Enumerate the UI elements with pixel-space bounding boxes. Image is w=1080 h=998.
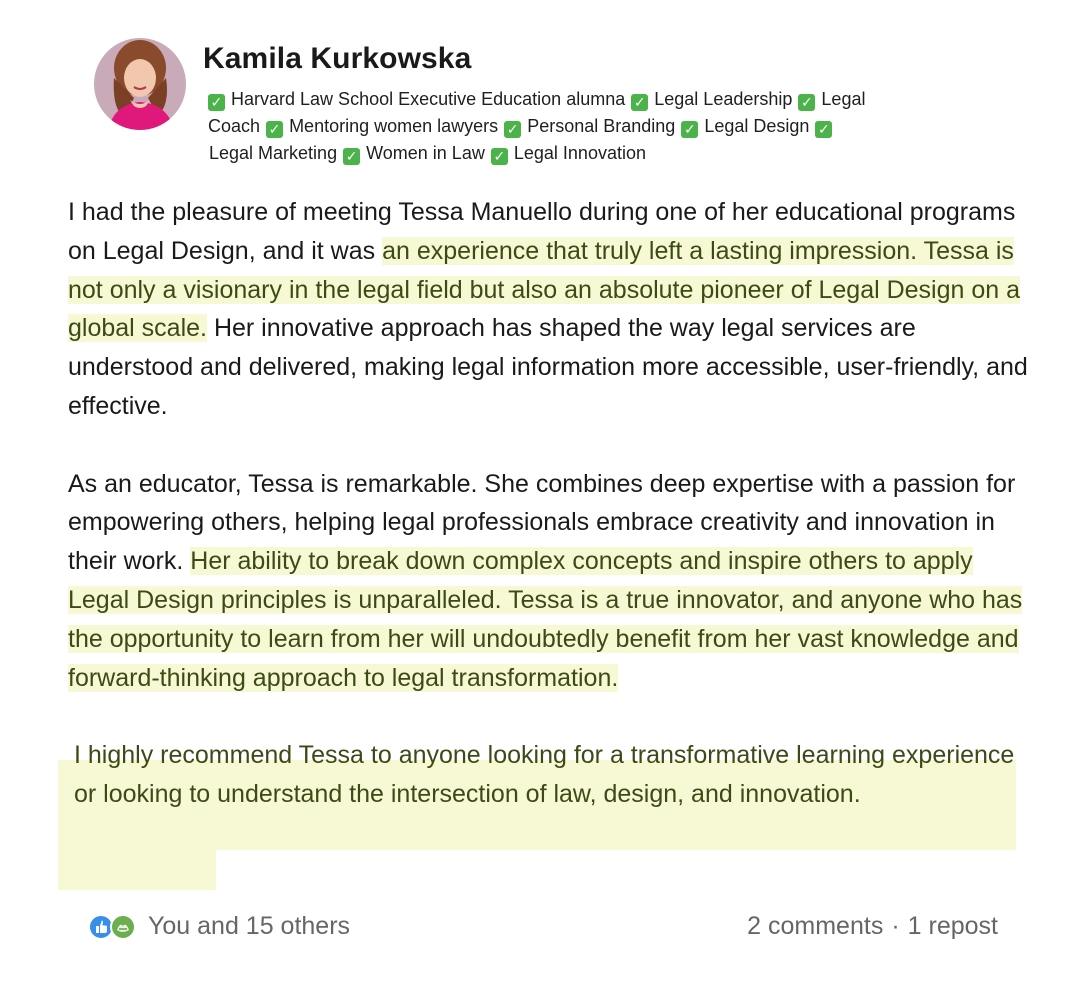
avatar-photo (94, 38, 186, 130)
support-reaction-icon (110, 914, 136, 940)
highlighted-text: I highly recommend Tessa to anyone looki… (74, 741, 1015, 808)
check-mark-icon: ✓ (343, 148, 361, 165)
headline-tag: Women in Law (366, 143, 485, 163)
reposts-link[interactable]: 1 repost (908, 912, 998, 941)
social-counts: 2 comments · 1 repost (747, 908, 998, 944)
separator-dot: · (891, 911, 900, 940)
post-paragraph: As an educator, Tessa is remarkable. She… (68, 465, 1028, 698)
post-text: Her innovative approach has shaped the w… (68, 314, 1028, 420)
highlighted-text: Her ability to break down complex concep… (68, 547, 1023, 692)
check-mark-icon: ✓ (681, 121, 699, 138)
check-mark-icon: ✓ (631, 94, 649, 111)
reactions-summary[interactable]: You and 15 others (88, 908, 350, 944)
author-headline: ✓ Harvard Law School Executive Education… (208, 86, 868, 167)
author-avatar[interactable] (94, 38, 186, 130)
reaction-count: You and 15 others (148, 911, 351, 940)
post-body: I had the pleasure of meeting Tessa Manu… (68, 193, 1028, 814)
reaction-icons (88, 911, 144, 941)
check-mark-icon: ✓ (798, 94, 816, 111)
headline-tag: Legal Innovation (513, 143, 646, 163)
check-mark-icon: ✓ (815, 121, 833, 138)
check-mark-icon: ✓ (208, 94, 225, 111)
headline-tag: Legal Marketing (209, 143, 338, 163)
headline-tag: Legal Leadership (654, 89, 793, 109)
headline-tag: Harvard Law School Executive Education a… (231, 89, 626, 109)
post-paragraph: I had the pleasure of meeting Tessa Manu… (68, 193, 1028, 426)
highlight-block (58, 846, 216, 890)
headline-tag: Personal Branding (527, 116, 676, 136)
post-paragraph: I highly recommend Tessa to anyone looki… (68, 736, 1028, 814)
check-mark-icon: ✓ (266, 121, 284, 138)
check-mark-icon: ✓ (504, 121, 522, 138)
check-mark-icon: ✓ (490, 148, 508, 165)
headline-tag: Mentoring women lawyers (289, 116, 499, 136)
comments-link[interactable]: 2 comments (747, 912, 883, 941)
headline-tag: Legal Design (704, 116, 810, 136)
author-name[interactable]: Kamila Kurkowska (203, 42, 471, 76)
